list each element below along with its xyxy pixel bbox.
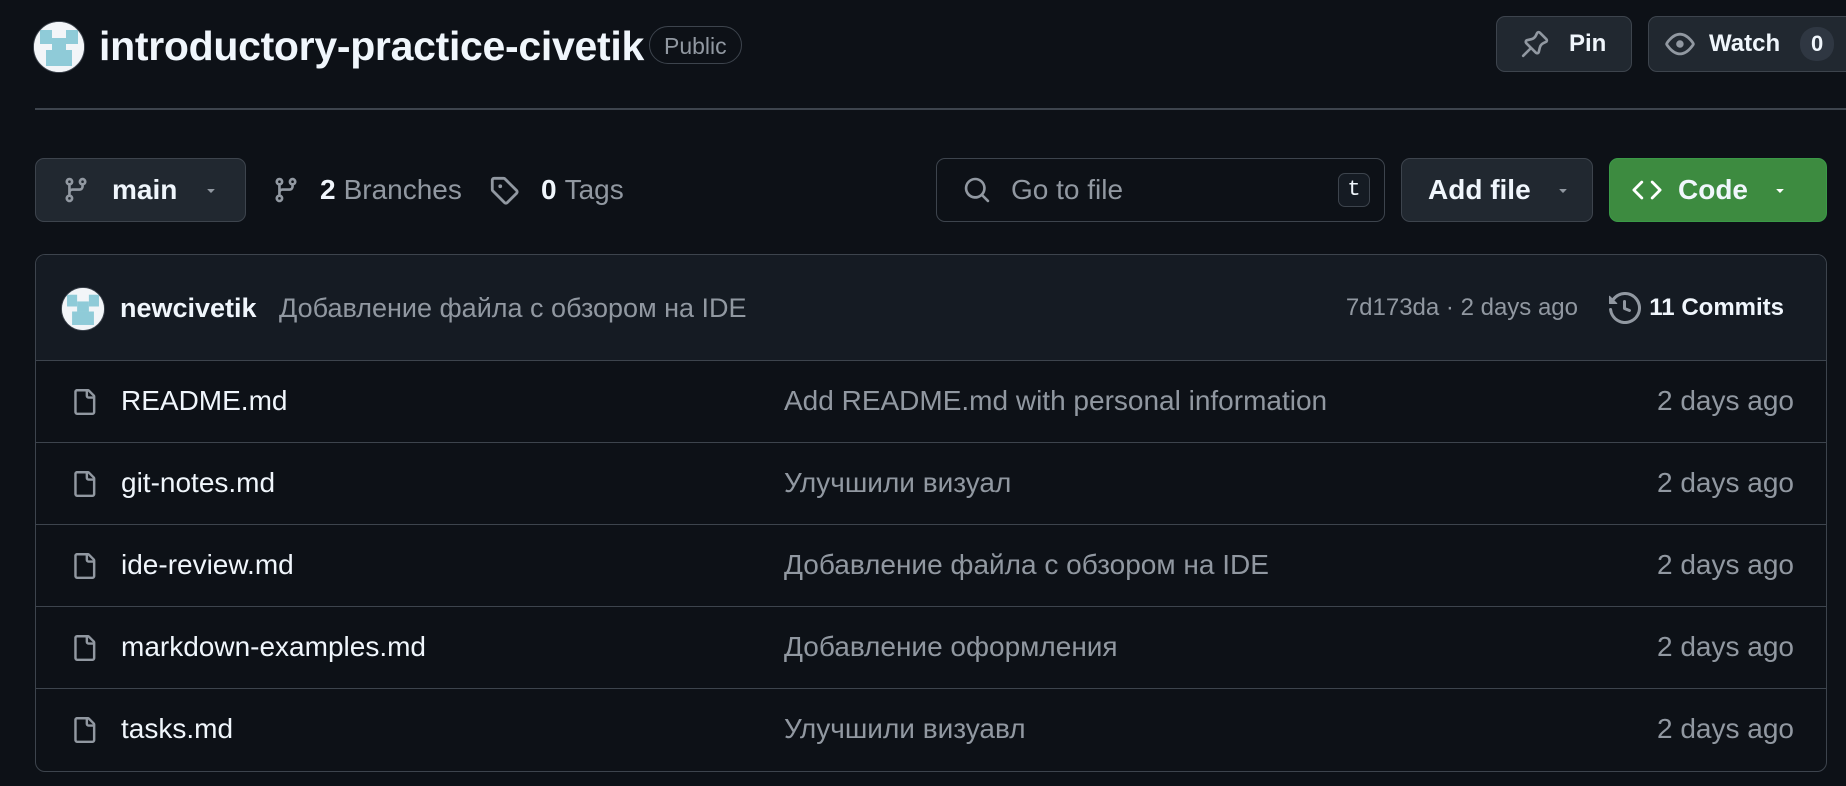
keyboard-shortcut-hint: t <box>1338 173 1370 207</box>
file-row[interactable]: tasks.md Улучшили визуавл 2 days ago <box>36 689 1826 771</box>
tags-label: Tags <box>564 174 624 205</box>
branches-link[interactable]: 2 Branches <box>272 158 462 222</box>
file-date: 2 days ago <box>1657 631 1794 662</box>
file-name[interactable]: markdown-examples.md <box>121 607 426 687</box>
search-input[interactable] <box>1009 173 1333 207</box>
code-label: Code <box>1678 174 1748 205</box>
file-icon <box>71 715 97 745</box>
git-branch-icon <box>62 176 90 204</box>
branches-count: 2 <box>320 174 336 205</box>
commit-author[interactable]: newcivetik <box>120 255 257 361</box>
add-file-label: Add file <box>1428 174 1531 205</box>
author-avatar[interactable] <box>61 287 105 331</box>
file-icon <box>71 551 97 581</box>
eye-icon <box>1665 29 1695 59</box>
file-commit-message[interactable]: Добавление файла с обзором на IDE <box>784 525 1269 605</box>
watch-label: Watch <box>1709 30 1781 57</box>
visibility-badge: Public <box>649 26 742 64</box>
file-date: 2 days ago <box>1657 549 1794 580</box>
file-icon <box>71 633 97 663</box>
code-icon <box>1632 175 1662 205</box>
file-commit-message[interactable]: Улучшили визуавл <box>784 689 1026 769</box>
file-name[interactable]: git-notes.md <box>121 443 275 523</box>
history-icon <box>1609 292 1642 324</box>
file-name[interactable]: tasks.md <box>121 689 233 769</box>
add-file-button[interactable]: Add file <box>1401 158 1593 222</box>
file-row[interactable]: git-notes.md Улучшили визуал 2 days ago <box>36 443 1826 525</box>
watch-count: 0 <box>1800 27 1835 61</box>
search-icon <box>963 176 991 204</box>
caret-down-icon <box>203 182 219 198</box>
file-commit-message[interactable]: Улучшили визуал <box>784 443 1011 523</box>
tags-count: 0 <box>541 174 557 205</box>
commit-sha-time[interactable]: 7d173da · 2 days ago <box>1346 255 1578 361</box>
file-table: newcivetik Добавление файла с обзором на… <box>35 254 1827 772</box>
commits-history-link[interactable]: 11 Commits <box>1609 255 1784 361</box>
repo-name[interactable]: introductory-practice-civetik <box>99 20 644 72</box>
pin-button[interactable]: Pin <box>1496 16 1632 72</box>
file-row[interactable]: markdown-examples.md Добавление оформлен… <box>36 607 1826 689</box>
file-date: 2 days ago <box>1657 467 1794 498</box>
file-commit-message[interactable]: Add README.md with personal information <box>784 361 1327 441</box>
file-commit-message[interactable]: Добавление оформления <box>784 607 1118 687</box>
pin-label: Pin <box>1569 30 1607 57</box>
file-icon <box>71 387 97 417</box>
file-name[interactable]: ide-review.md <box>121 525 294 605</box>
go-to-file-search[interactable]: t <box>936 158 1385 222</box>
watch-button[interactable]: Watch 0 <box>1648 16 1846 72</box>
file-date: 2 days ago <box>1657 385 1794 416</box>
file-name[interactable]: README.md <box>121 361 287 441</box>
latest-commit-bar: newcivetik Добавление файла с обзором на… <box>36 255 1826 361</box>
branch-selector[interactable]: main <box>35 158 246 222</box>
branches-label: Branches <box>343 174 462 205</box>
pin-icon <box>1521 30 1549 58</box>
commits-count-label: 11 Commits <box>1649 294 1784 321</box>
branch-name: main <box>112 174 178 205</box>
file-row[interactable]: README.md Add README.md with personal in… <box>36 361 1826 443</box>
tag-icon <box>489 175 519 205</box>
file-date: 2 days ago <box>1657 713 1794 744</box>
caret-down-icon <box>1555 182 1571 198</box>
commit-message[interactable]: Добавление файла с обзором на IDE <box>279 255 747 361</box>
code-button[interactable]: Code <box>1609 158 1827 222</box>
git-branch-icon <box>272 176 300 204</box>
repo-avatar[interactable] <box>33 21 85 73</box>
tags-link[interactable]: 0 Tags <box>489 158 624 222</box>
file-icon <box>71 469 97 499</box>
file-row[interactable]: ide-review.md Добавление файла с обзором… <box>36 525 1826 607</box>
header-divider <box>35 108 1846 110</box>
caret-down-icon <box>1772 182 1788 198</box>
